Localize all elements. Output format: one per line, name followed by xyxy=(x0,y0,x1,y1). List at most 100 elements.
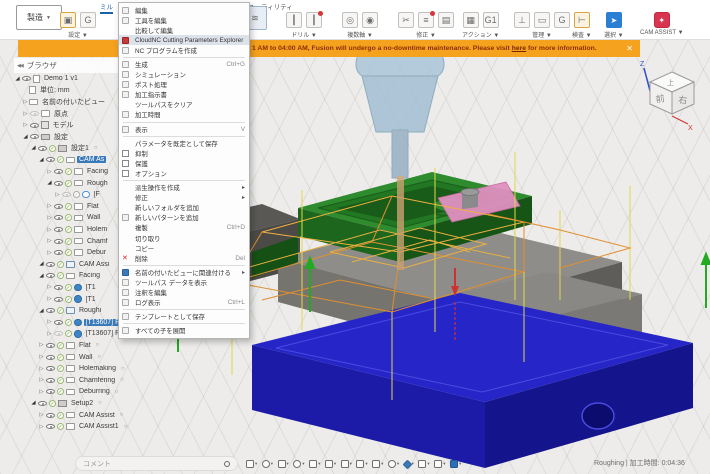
visibility-eye-icon[interactable] xyxy=(46,273,55,278)
visibility-eye-icon[interactable] xyxy=(54,215,63,220)
chevron-down-icon[interactable]: ▾ xyxy=(271,461,273,467)
expand-arrow-icon[interactable]: ▷ xyxy=(46,319,53,325)
visibility-eye-icon[interactable] xyxy=(62,192,71,197)
orbit-icon[interactable] xyxy=(262,460,270,468)
expand-arrow-icon[interactable]: ▷ xyxy=(22,111,29,117)
expand-arrow-icon[interactable]: ▷ xyxy=(38,354,45,360)
menu-item-3[interactable]: CloudNC Cutting Parameters Explorer xyxy=(119,35,249,45)
visibility-eye-icon[interactable] xyxy=(54,227,63,232)
grid-settings-nav-item[interactable]: ▾ xyxy=(356,460,367,468)
inspect-group-label[interactable]: 検査 ▼ xyxy=(572,30,592,39)
menu-item-6[interactable]: シミュレーション xyxy=(119,70,249,80)
visibility-eye-icon[interactable] xyxy=(46,366,55,371)
camera-nav-item[interactable]: ▾ xyxy=(418,460,429,468)
menu-item-2[interactable]: 比較して編集 xyxy=(119,25,249,35)
expand-arrow-icon[interactable]: ▷ xyxy=(46,250,53,256)
chevron-down-icon[interactable]: ▾ xyxy=(397,461,399,467)
visibility-eye-icon[interactable] xyxy=(54,239,63,244)
menu-item-28[interactable]: テンプレートとして保存 xyxy=(119,312,249,322)
visibility-eye-icon[interactable] xyxy=(38,146,47,151)
select-icon[interactable]: ➤ xyxy=(606,12,622,28)
chevron-down-icon[interactable]: ▾ xyxy=(365,461,367,467)
menu-item-0[interactable]: 編集 xyxy=(119,5,249,15)
grid-settings-icon[interactable] xyxy=(356,460,364,468)
visibility-eye-icon[interactable] xyxy=(46,389,55,394)
visibility-eye-icon[interactable] xyxy=(54,250,63,255)
journal-nav-item[interactable]: ▾ xyxy=(450,460,461,468)
collapse-arrow-icon[interactable]: ◢ xyxy=(38,273,45,279)
hand-nav-item[interactable]: ▾ xyxy=(278,460,289,468)
chevron-down-icon[interactable]: ▾ xyxy=(381,461,383,467)
zoom-icon[interactable] xyxy=(293,460,301,468)
menu-item-18[interactable]: 新しいフォルダを追加 xyxy=(119,203,249,213)
menu-item-4[interactable]: NC プログラムを作成 xyxy=(119,45,249,55)
visibility-eye-icon[interactable] xyxy=(46,378,55,383)
expand-arrow-icon[interactable]: ▷ xyxy=(46,169,53,175)
visibility-eye-icon[interactable] xyxy=(54,331,63,336)
collapse-arrow-icon[interactable]: ◢ xyxy=(38,157,45,163)
expand-arrow-icon[interactable]: ▷ xyxy=(38,424,45,430)
drill-thread-icon[interactable]: ┃ xyxy=(306,12,322,28)
drill-icon[interactable]: ┃ xyxy=(286,12,302,28)
visibility-eye-icon[interactable] xyxy=(54,204,63,209)
menu-item-10[interactable]: 加工時間 xyxy=(119,110,249,120)
menu-item-20[interactable]: 複製Ctrl+D xyxy=(119,223,249,233)
chevron-down-icon[interactable]: ▾ xyxy=(287,461,289,467)
visibility-eye-icon[interactable] xyxy=(46,157,55,162)
delete-passes-icon[interactable]: ≡ xyxy=(418,12,434,28)
menu-item-7[interactable]: ポスト処理 xyxy=(119,80,249,90)
chevron-down-icon[interactable]: ▾ xyxy=(427,461,429,467)
collapse-arrow-icon[interactable]: ◢ xyxy=(38,308,45,314)
menu-item-8[interactable]: 加工指示書 xyxy=(119,90,249,100)
menu-item-15[interactable]: オプション xyxy=(119,168,249,178)
visibility-eye-icon[interactable] xyxy=(30,134,39,139)
visibility-eye-icon[interactable] xyxy=(46,424,55,429)
expand-arrow-icon[interactable]: ▷ xyxy=(38,412,45,418)
expand-arrow-icon[interactable]: ▷ xyxy=(38,389,45,395)
menu-item-29[interactable]: すべての子を展開 xyxy=(119,326,249,336)
pan-icon[interactable] xyxy=(246,460,254,468)
cam-assist-icon[interactable]: ✦ xyxy=(654,12,670,28)
visibility-eye-icon[interactable] xyxy=(38,401,47,406)
menu-item-14[interactable]: 保護 xyxy=(119,158,249,168)
expand-arrow-icon[interactable]: ▷ xyxy=(54,192,61,198)
expand-arrow-icon[interactable]: ▷ xyxy=(46,296,53,302)
manage-group-label[interactable]: 管理 ▼ xyxy=(532,30,552,39)
zoom-window-icon[interactable] xyxy=(309,460,317,468)
setup-group-label[interactable]: 設定 ▼ xyxy=(68,30,88,39)
filter-icon[interactable] xyxy=(434,460,442,468)
filter-nav-item[interactable]: ▾ xyxy=(434,460,445,468)
display-settings-nav-item[interactable]: ▾ xyxy=(341,460,352,468)
comment-input[interactable]: コメント xyxy=(75,456,238,471)
menu-item-21[interactable]: 切り取り xyxy=(119,233,249,243)
actions-group-label[interactable]: アクション ▼ xyxy=(462,30,499,39)
look-at-nav-item[interactable]: ▾ xyxy=(325,460,336,468)
expand-arrow-icon[interactable]: ▷ xyxy=(46,227,53,233)
measure-icon[interactable]: ⊢ xyxy=(574,12,590,28)
expand-arrow-icon[interactable]: ▷ xyxy=(38,342,45,348)
visual-style-icon[interactable] xyxy=(402,459,412,469)
banner-close-icon[interactable]: ✕ xyxy=(626,40,633,57)
visual-style-nav-item[interactable]: ▾ xyxy=(404,461,414,468)
expand-arrow-icon[interactable]: ▷ xyxy=(22,99,29,105)
visibility-eye-icon[interactable] xyxy=(54,297,63,302)
visibility-eye-icon[interactable] xyxy=(54,181,63,186)
menu-item-23[interactable]: ✕削除Del xyxy=(119,253,249,263)
expand-arrow-icon[interactable]: ▷ xyxy=(46,284,53,290)
visibility-eye-icon[interactable] xyxy=(46,355,55,360)
tree-item-wall[interactable]: ▷✓Wall○ xyxy=(14,351,150,363)
chevron-down-icon[interactable]: ▾ xyxy=(443,461,445,467)
menu-item-25[interactable]: ツールパス データを表示 xyxy=(119,277,249,287)
camera-icon[interactable] xyxy=(418,460,426,468)
viewports-icon[interactable] xyxy=(372,460,380,468)
refresh-nav-item[interactable]: ▾ xyxy=(388,460,399,468)
menu-item-13[interactable]: 抑制 xyxy=(119,148,249,158)
expand-arrow-icon[interactable]: ▷ xyxy=(46,238,53,244)
pan-nav-item[interactable]: ▾ xyxy=(246,460,257,468)
menu-item-9[interactable]: ツールパスをクリア xyxy=(119,100,249,110)
tree-item-chamfering[interactable]: ▷✓Chamfering○ xyxy=(14,374,150,386)
menu-item-12[interactable]: パラメータを既定として保存 xyxy=(119,138,249,148)
expand-arrow-icon[interactable]: ▷ xyxy=(46,203,53,209)
visibility-eye-icon[interactable] xyxy=(30,111,39,116)
collapse-arrow-icon[interactable]: ◢ xyxy=(22,134,29,140)
